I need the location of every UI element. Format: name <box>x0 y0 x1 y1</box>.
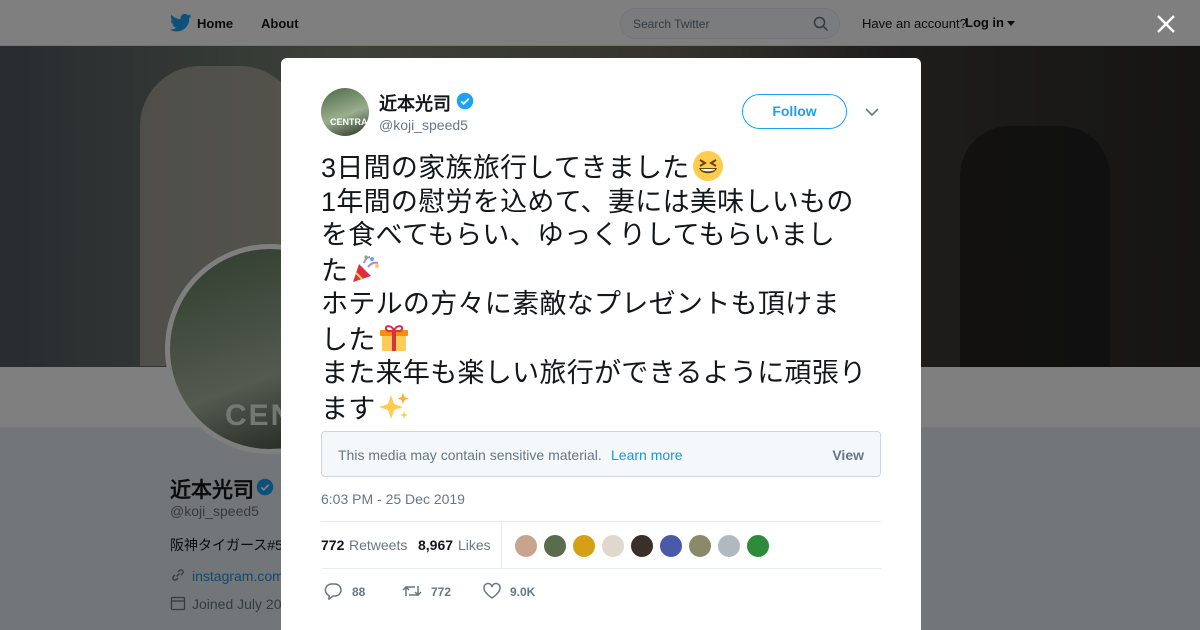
tweet-line-text: 1年間の慰労を込めて、妻には美味しいもの <box>321 186 854 217</box>
reply-icon[interactable] <box>323 582 343 600</box>
tweet-line: を食べてもらい、ゆっくりしてもらいまし <box>321 219 886 253</box>
liker-avatar[interactable] <box>746 534 770 558</box>
grinning-squinting-face-icon <box>692 151 723 181</box>
tweet-line-text: 3日間の家族旅行してきました <box>321 153 690 183</box>
tweet-line: ます <box>321 391 886 427</box>
view-media-button[interactable]: View <box>832 447 864 463</box>
tweet-modal: CENTRA 近本光司 @koji_speed5 Follow 3日間の家族旅行… <box>281 58 921 630</box>
verified-badge-icon <box>456 92 474 110</box>
heart-icon[interactable] <box>482 582 502 600</box>
tweet-line-text: また来年も楽しい旅行ができるように頑張り <box>321 358 867 388</box>
close-icon[interactable] <box>1152 10 1180 38</box>
likes-count[interactable]: 8,967 <box>418 537 453 553</box>
liker-avatar[interactable] <box>572 534 596 558</box>
retweet-icon[interactable] <box>402 582 422 600</box>
learn-more-link[interactable]: Learn more <box>611 447 683 463</box>
author-name[interactable]: 近本光司 <box>379 90 451 116</box>
likes-label[interactable]: Likes <box>458 537 491 553</box>
tweet-stats: 772 Retweets 8,967 Likes <box>321 521 881 569</box>
tweet-line-text: ます <box>321 393 376 424</box>
chevron-down-icon[interactable] <box>864 106 880 118</box>
tweet-line: た <box>321 253 886 289</box>
wrapped-gift-icon <box>379 324 408 351</box>
retweets-label[interactable]: Retweets <box>349 537 407 553</box>
follow-button[interactable]: Follow <box>742 94 847 129</box>
avatar-jersey-text: CENTRA <box>330 117 368 127</box>
liker-avatar[interactable] <box>630 534 654 558</box>
liker-avatar[interactable] <box>543 534 567 558</box>
liker-avatar[interactable] <box>717 534 741 558</box>
tweet-line: した <box>321 322 886 358</box>
reply-count: 88 <box>352 585 366 599</box>
sensitive-media-text: This media may contain sensitive materia… <box>338 447 602 463</box>
liker-avatar[interactable] <box>601 534 625 558</box>
liker-avatar[interactable] <box>514 534 538 558</box>
liker-avatar[interactable] <box>659 534 683 558</box>
tweet-line: ホテルの方々に素敵なプレゼントも頂けま <box>321 288 886 322</box>
sensitive-media-notice: This media may contain sensitive materia… <box>321 431 881 477</box>
tweet-text: 3日間の家族旅行してきました 1年間の慰労を込めて、妻には美味しいもの を食べて… <box>321 150 886 426</box>
like-count: 9.0K <box>510 585 536 599</box>
stats-divider <box>501 522 502 569</box>
retweets-count[interactable]: 772 <box>321 537 344 553</box>
sparkles-icon <box>378 392 409 419</box>
tweet-line-text: た <box>321 255 349 286</box>
tweet-line-text: した <box>321 324 376 355</box>
party-popper-icon <box>353 254 380 282</box>
tweet-line: また来年も楽しい旅行ができるように頑張り <box>321 357 886 391</box>
author-handle[interactable]: @koji_speed5 <box>379 117 468 133</box>
tweet-line-text: ホテルの方々に素敵なプレゼントも頂けま <box>321 289 840 319</box>
tweet-line-text: を食べてもらい、ゆっくりしてもらいまし <box>321 220 836 250</box>
tweet-actions: 88 772 9.0K <box>321 580 881 610</box>
liker-avatar[interactable] <box>688 534 712 558</box>
retweet-count: 772 <box>431 585 452 599</box>
tweet-line: 1年間の慰労を込めて、妻には美味しいもの <box>321 186 886 220</box>
tweet-timestamp[interactable]: 6:03 PM - 25 Dec 2019 <box>321 491 465 507</box>
author-avatar[interactable]: CENTRA <box>321 88 369 136</box>
tweet-line: 3日間の家族旅行してきました <box>321 150 886 186</box>
